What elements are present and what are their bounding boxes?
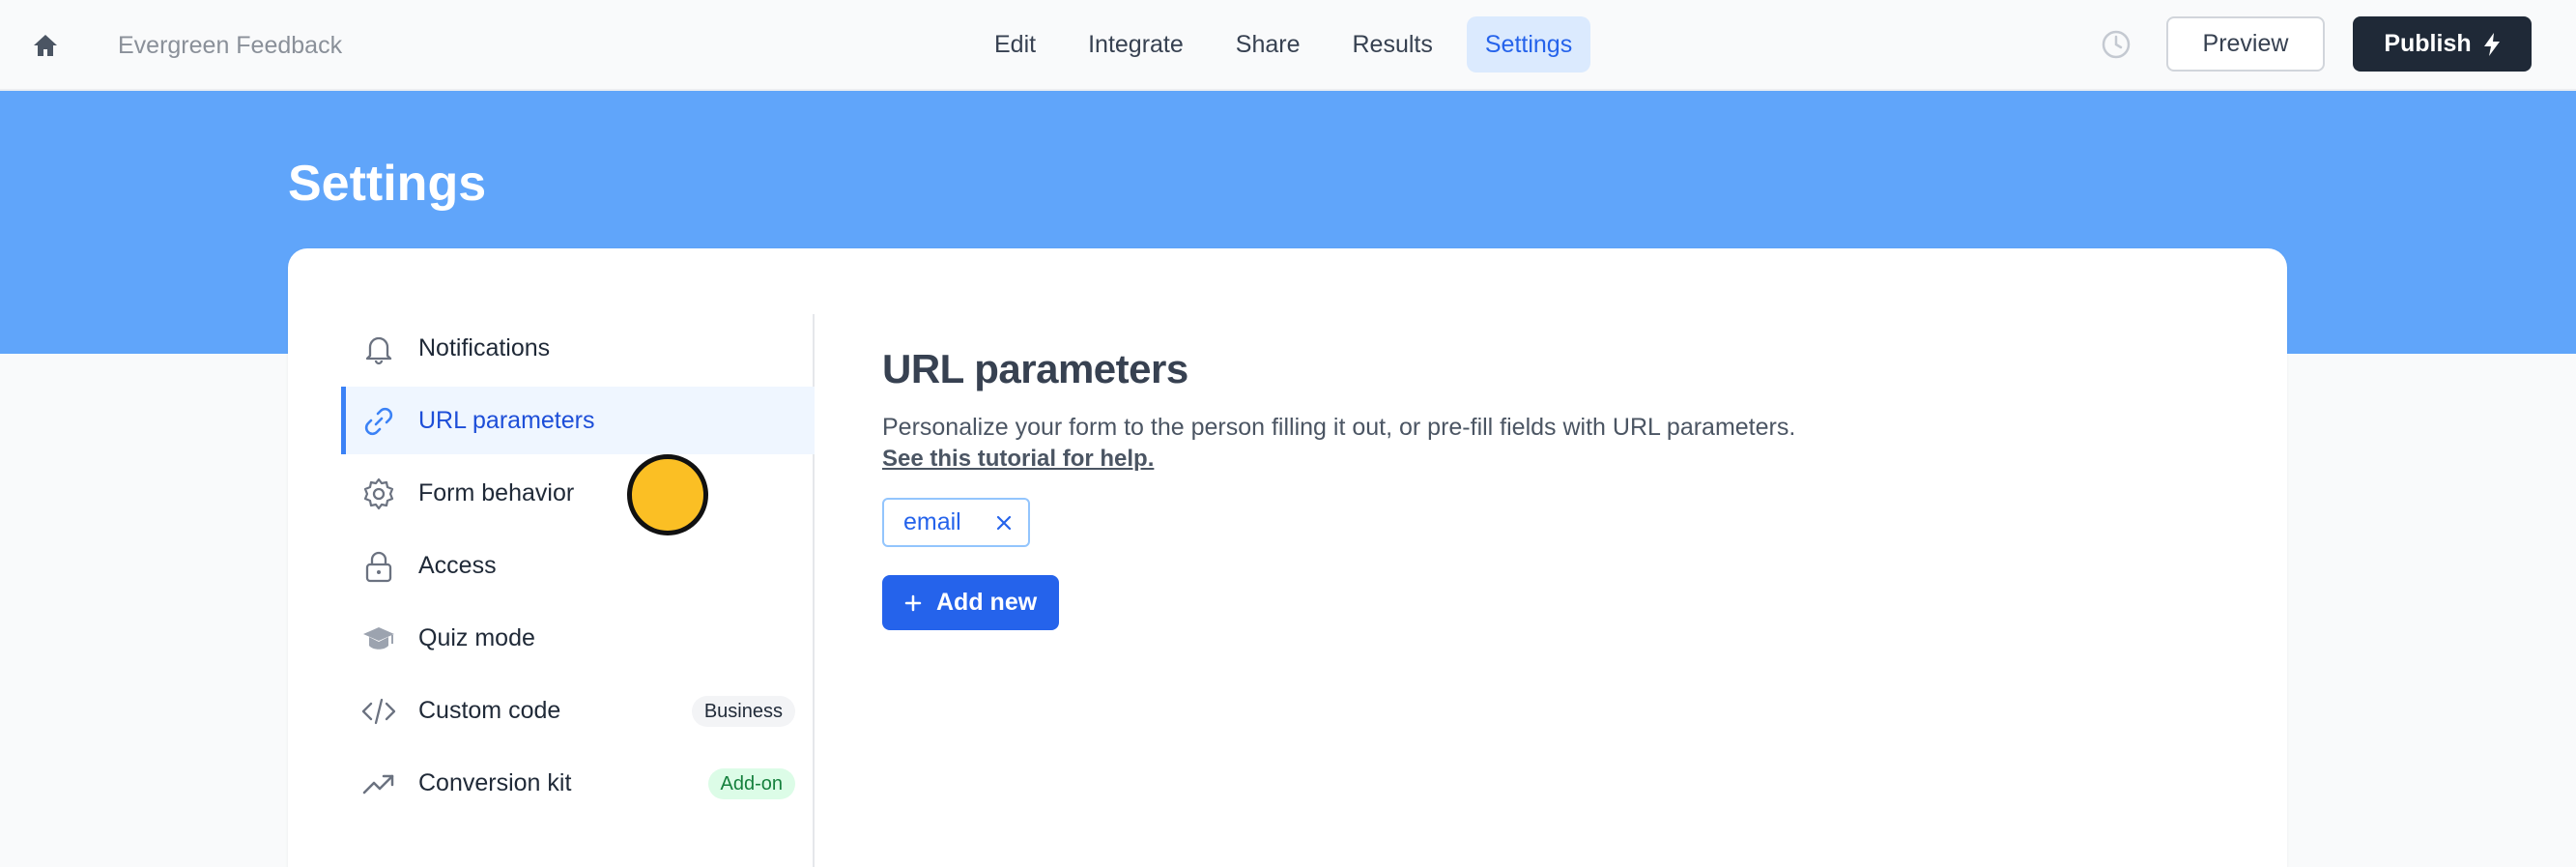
- sidebar-item-label: Custom code: [418, 696, 561, 724]
- tab-integrate[interactable]: Integrate: [1070, 16, 1202, 72]
- trending-up-icon: [360, 766, 397, 802]
- sidebar-item-conversion-kit[interactable]: Conversion kit Add-on: [341, 749, 815, 817]
- sidebar-item-label: URL parameters: [418, 406, 595, 434]
- app-title[interactable]: Evergreen Feedback: [118, 29, 342, 62]
- clock-icon[interactable]: [2099, 27, 2133, 62]
- settings-sidebar: Notifications URL parameters Form behavi…: [341, 314, 815, 867]
- preview-button[interactable]: Preview: [2166, 16, 2325, 72]
- settings-card: Notifications URL parameters Form behavi…: [288, 248, 2287, 867]
- tutorial-link[interactable]: See this tutorial for help.: [882, 444, 2235, 475]
- cursor-indicator: [627, 454, 708, 535]
- home-icon[interactable]: [29, 29, 62, 62]
- parameter-name: email: [903, 508, 961, 535]
- sidebar-item-url-parameters[interactable]: URL parameters: [341, 387, 815, 454]
- graduation-cap-icon: [360, 621, 397, 657]
- lightning-icon: [2483, 32, 2500, 56]
- code-icon: [360, 693, 397, 730]
- link-icon: [360, 403, 397, 440]
- sidebar-item-label: Conversion kit: [418, 768, 572, 796]
- tab-results[interactable]: Results: [1334, 16, 1451, 72]
- section-description: Personalize your form to the person fill…: [882, 414, 1796, 441]
- url-parameters-panel: URL parameters Personalize your form to …: [882, 345, 2235, 630]
- sidebar-item-label: Form behavior: [418, 478, 575, 506]
- add-new-button[interactable]: Add new: [882, 575, 1059, 630]
- sidebar-item-label: Quiz mode: [418, 623, 535, 651]
- close-icon[interactable]: [993, 512, 1015, 534]
- sidebar-item-notifications[interactable]: Notifications: [341, 314, 815, 382]
- top-bar: Evergreen Feedback Edit Integrate Share …: [0, 0, 2576, 91]
- tab-settings[interactable]: Settings: [1466, 16, 1591, 72]
- plus-icon: [904, 594, 922, 611]
- lock-icon: [360, 548, 397, 585]
- sidebar-item-label: Notifications: [418, 333, 551, 361]
- sidebar-item-form-behavior[interactable]: Form behavior: [341, 459, 815, 527]
- sidebar-item-custom-code[interactable]: Custom code Business: [341, 677, 815, 744]
- main-nav: Edit Integrate Share Results Settings: [976, 16, 1606, 72]
- tab-edit[interactable]: Edit: [976, 16, 1054, 72]
- business-badge: Business: [691, 696, 795, 727]
- sidebar-item-label: Access: [418, 551, 497, 579]
- parameter-chip-email[interactable]: email: [882, 498, 1030, 547]
- add-new-label: Add new: [936, 589, 1038, 616]
- section-title: URL parameters: [882, 346, 1188, 391]
- sidebar-item-access[interactable]: Access: [341, 532, 815, 599]
- publish-button[interactable]: Publish: [2353, 16, 2532, 72]
- addon-badge: Add-on: [707, 768, 795, 799]
- publish-label: Publish: [2384, 30, 2472, 57]
- tab-share[interactable]: Share: [1217, 16, 1319, 72]
- page-title: Settings: [288, 156, 487, 212]
- bell-icon: [360, 331, 397, 367]
- sidebar-item-quiz-mode[interactable]: Quiz mode: [341, 604, 815, 672]
- gear-icon: [360, 476, 397, 512]
